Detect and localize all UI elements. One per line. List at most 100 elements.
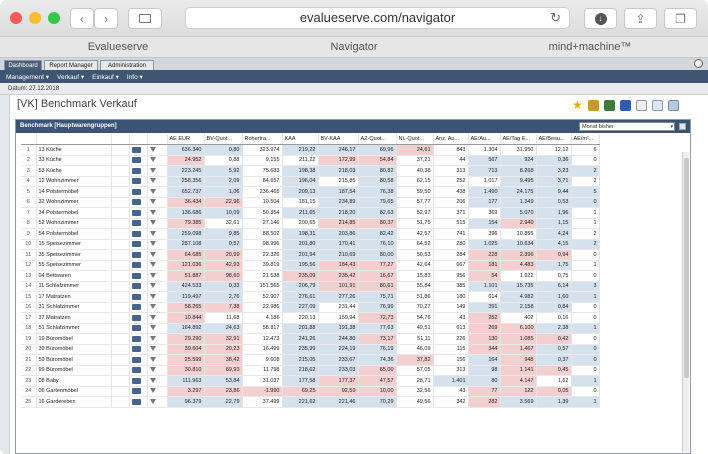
column-header[interactable]: Rohertra... (242, 134, 283, 145)
filter-icon[interactable] (149, 398, 156, 404)
table-row[interactable]: 18 51 Schlafzimmer 164.892 24,63 58.817 201,8… (21, 323, 600, 334)
table-row[interactable]: 2 33 Küche 24.952 0,88 9.155 211,22 172,99 54,8… (21, 155, 600, 166)
filter-icon[interactable] (149, 304, 156, 310)
left-collapse-strip[interactable] (0, 95, 10, 454)
table-row[interactable]: 11 35 Speisezimmer 64.685 20,99 22.326 201,94… (21, 249, 600, 261)
grid-icon[interactable] (131, 367, 141, 374)
filter-icon[interactable] (149, 262, 156, 268)
column-header[interactable]: BV-KAA (318, 134, 359, 145)
bookmark-icon[interactable] (588, 100, 599, 111)
table-row[interactable]: 7 34 Polstermöbel 136.686 10,09 50.354 211,65… (21, 207, 600, 219)
column-header[interactable]: BV-Quot... (204, 134, 243, 145)
tab-report-manager[interactable]: Report Manager (44, 60, 98, 70)
address-bar[interactable]: evalueserve.com/navigator ↻ (185, 7, 570, 29)
table-row[interactable]: 19 19 Büromöbel 29.290 32,91 12.473 241,26 244… (21, 333, 600, 345)
save-icon[interactable] (620, 100, 631, 111)
settings-icon[interactable] (668, 100, 679, 111)
table-row[interactable]: 25 16 Gardereben 96.379 22,79 37.499 221,62 22… (21, 396, 600, 408)
table-row[interactable]: 3 53 Küche 223.245 5,92 75.633 198,38 218,03 80… (21, 165, 600, 177)
column-header[interactable]: AE/m²... (571, 134, 600, 145)
table-row[interactable]: 13 04 Bettwaren 51.887 98,60 21.538 235,09 235… (21, 270, 600, 282)
column-header[interactable]: KAA (282, 134, 319, 145)
filter-icon[interactable] (149, 377, 156, 383)
table-row[interactable]: 17 37 Matratzen 10.844 11,68 4.186 220,13 159,… (21, 312, 600, 324)
zoom-window-button[interactable] (48, 12, 60, 24)
bookmark-mind-machine[interactable]: mind+machine™ (472, 37, 708, 57)
table-row[interactable]: 20 39 Büromöbel 39.604 20,23 16.499 235,99 224… (21, 344, 600, 355)
menu-management[interactable]: Management ▾ (6, 73, 49, 81)
grid-icon[interactable] (131, 209, 141, 216)
filter-icon[interactable] (149, 199, 156, 205)
column-header[interactable]: AE/Au... (468, 134, 501, 145)
grid-icon[interactable] (131, 377, 141, 384)
grid-icon[interactable] (131, 304, 141, 311)
filter-icon[interactable] (149, 157, 156, 163)
filter-icon[interactable] (149, 388, 156, 394)
grid-icon[interactable] (131, 167, 141, 174)
grid-icon[interactable] (131, 388, 141, 395)
table-row[interactable]: 12 55 Speisezimmer 121.036 42,93 39.819 195,5… (21, 260, 600, 271)
filter-icon[interactable] (149, 209, 156, 215)
filter-icon[interactable] (149, 356, 156, 362)
filter-icon[interactable] (149, 272, 156, 278)
table-row[interactable]: 1 13 Küche 636.340 0,80 323.974 219,22 246,17 6… (21, 144, 600, 156)
filter-icon[interactable] (149, 241, 156, 247)
grid-icon[interactable] (131, 262, 141, 269)
grid-icon[interactable] (131, 356, 141, 363)
column-header[interactable]: AE EUR (167, 134, 205, 145)
filter-icon[interactable] (149, 367, 156, 373)
table-row[interactable]: 4 12 Wohnzimmer 258.356 2,09 84.657 196,04 215… (21, 176, 600, 187)
filter-icon[interactable] (149, 188, 156, 194)
table-row[interactable]: 24 06 Gartenmöbel 3.297 23,86 -1.990 69,25 92,… (21, 386, 600, 397)
filter-icon[interactable] (149, 146, 156, 152)
table-row[interactable]: 8 52 Wohnzimmer 79.385 32,61 27.146 200,65 214… (21, 218, 600, 229)
table-row[interactable]: 14 11 Schlafzimmer 424.533 0,33 151.565 206,7… (21, 281, 600, 292)
grid-icon[interactable] (131, 346, 141, 353)
menu-info[interactable]: Info ▾ (127, 73, 143, 81)
forward-button[interactable]: › (94, 8, 118, 29)
grid-icon[interactable] (131, 178, 141, 185)
period-select[interactable]: Monat bisher ▾ (579, 122, 675, 131)
grid-icon[interactable] (131, 335, 141, 342)
grid-icon[interactable] (131, 272, 141, 279)
filter-icon[interactable] (149, 335, 156, 341)
table-row[interactable]: 5 14 Polstermöbel 652.737 1,06 236.465 209,13… (21, 186, 600, 198)
email-icon[interactable] (652, 100, 663, 111)
downloads-button[interactable]: ↓ (584, 8, 617, 29)
panel-collapse-icon[interactable] (679, 123, 686, 130)
reload-icon[interactable]: ↻ (550, 8, 561, 28)
table-row[interactable]: 9 54 Polstermöbel 259.098 9,85 88.502 198,31 2… (21, 228, 600, 240)
minimize-window-button[interactable] (29, 12, 41, 24)
menu-einkauf[interactable]: Einkauf ▾ (92, 73, 119, 81)
print-icon[interactable] (636, 100, 647, 111)
grid-icon[interactable] (131, 283, 141, 290)
column-header[interactable]: NL-Quot... (396, 134, 434, 145)
tabs-overview-button[interactable]: ❐ (664, 8, 697, 29)
table-row[interactable]: 23 08 Baby 111.963 53,84 31.037 177,58 177,37 4… (21, 375, 600, 387)
table-row[interactable]: 21 59 Büromöbel 25.599 38,42 9.608 215,05 233,… (21, 354, 600, 366)
filter-icon[interactable] (149, 314, 156, 320)
grid-icon[interactable] (131, 251, 141, 258)
grid-icon[interactable] (131, 230, 141, 237)
grid-icon[interactable] (131, 146, 141, 153)
back-button[interactable]: ‹ (70, 8, 94, 29)
column-header[interactable]: AZ-Quot... (358, 134, 397, 145)
tab-administration[interactable]: Administration (100, 60, 154, 70)
grid-icon[interactable] (131, 188, 141, 195)
grid-icon[interactable] (131, 241, 141, 248)
scrollbar-thumb[interactable] (684, 158, 689, 378)
table-row[interactable]: 22 99 Büromöbel 30.810 69,93 11.798 218,62 233… (21, 365, 600, 376)
table-row[interactable]: 15 17 Matratzen 119.497 2,76 52.907 276,61 277… (21, 291, 600, 303)
share-button[interactable]: ⇪ (624, 8, 657, 29)
tab-dashboard[interactable]: Dashboard (4, 60, 42, 70)
filter-icon[interactable] (149, 220, 156, 226)
grid-icon[interactable] (131, 398, 141, 405)
favorite-star-icon[interactable]: ★ (572, 99, 583, 111)
filter-icon[interactable] (149, 167, 156, 173)
grid-icon[interactable] (131, 220, 141, 227)
column-header[interactable]: Anz. Au... (433, 134, 469, 145)
sidebar-button[interactable] (128, 8, 162, 29)
filter-icon[interactable] (149, 293, 156, 299)
table-row[interactable]: 16 31 Schlafzimmer 58.265 7,38 22.986 227,09 2… (21, 302, 600, 313)
grid-icon[interactable] (131, 314, 141, 321)
